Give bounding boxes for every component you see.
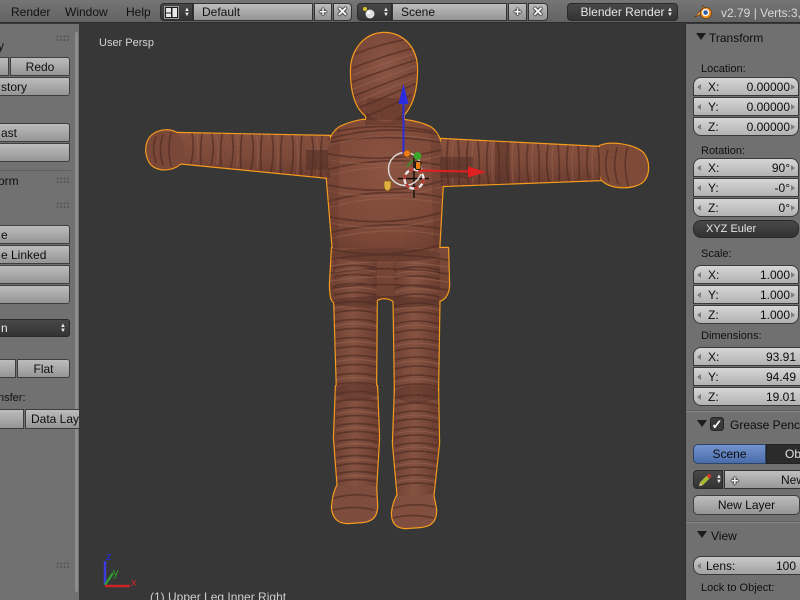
- svg-text:z: z: [106, 551, 112, 563]
- svg-text:x: x: [131, 577, 137, 589]
- svg-text:y: y: [113, 567, 119, 579]
